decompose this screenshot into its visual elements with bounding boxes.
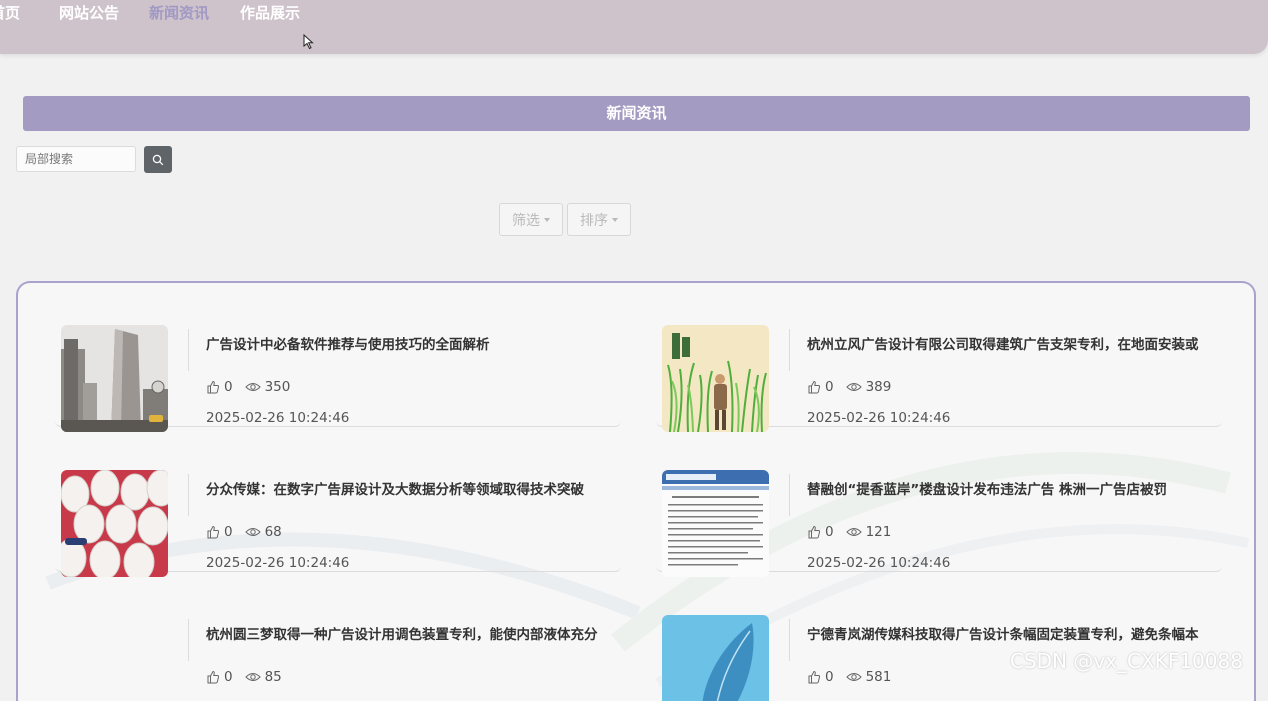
news-stats: 0 350	[206, 379, 290, 395]
news-stats: 0 121	[807, 524, 891, 540]
search-input[interactable]	[16, 146, 136, 172]
news-stats: 0 68	[206, 524, 282, 540]
news-title[interactable]: 广告设计中必备软件推荐与使用技巧的全面解析	[206, 333, 616, 353]
eye-icon	[845, 673, 862, 681]
divider	[188, 474, 189, 516]
view-count: 350	[264, 379, 291, 395]
like-count: 0	[825, 379, 834, 395]
news-card[interactable]: 分众传媒：在数字广告屏设计及大数据分析等领域取得技术突破 0 68 2025-0…	[55, 428, 621, 577]
eye-icon	[244, 673, 261, 681]
filter-dropdown[interactable]: 筛选	[499, 203, 563, 236]
thumbs-up-icon[interactable]	[807, 670, 821, 684]
sort-dropdown[interactable]: 排序	[567, 203, 631, 236]
news-title[interactable]: 杭州圆三梦取得一种广告设计用调色装置专利，能使内部液体充分	[206, 623, 616, 643]
mouse-cursor-icon	[303, 34, 314, 50]
divider	[188, 329, 189, 371]
news-thumbnail	[61, 470, 168, 577]
news-thumbnail	[662, 470, 769, 577]
news-title[interactable]: 杭州立风广告设计有限公司取得建筑广告支架专利，在地面安装或	[807, 333, 1217, 353]
thumbs-up-icon[interactable]	[206, 525, 220, 539]
like-count: 0	[825, 524, 834, 540]
thumbs-up-icon[interactable]	[206, 670, 220, 684]
nav-item-news[interactable]: 新闻资讯	[149, 2, 209, 23]
view-count: 121	[865, 524, 892, 540]
news-thumbnail	[662, 615, 769, 701]
nav-item-home[interactable]: 首页	[0, 2, 20, 23]
view-count: 68	[264, 524, 282, 540]
news-card[interactable]: 广告设计中必备软件推荐与使用技巧的全面解析 0 350 2025-02-26 1…	[55, 283, 621, 432]
search-icon	[152, 154, 164, 165]
eye-icon	[244, 383, 261, 391]
news-title[interactable]: 宁德青岚湖传媒科技取得广告设计条幅固定装置专利，避免条幅本	[807, 623, 1217, 643]
divider	[789, 474, 790, 516]
news-card[interactable]: 杭州圆三梦取得一种广告设计用调色装置专利，能使内部液体充分 0 85	[55, 573, 621, 701]
like-count: 0	[224, 524, 233, 540]
divider	[789, 619, 790, 661]
sort-label: 排序	[580, 212, 608, 229]
news-card[interactable]: 替融创“提香蓝岸”楼盘设计发布违法广告 株洲一广告店被罚 0 121 2025-…	[656, 428, 1222, 577]
news-title[interactable]: 替融创“提香蓝岸”楼盘设计发布违法广告 株洲一广告店被罚	[807, 478, 1217, 498]
news-title[interactable]: 分众传媒：在数字广告屏设计及大数据分析等领域取得技术突破	[206, 478, 616, 498]
eye-icon	[845, 383, 862, 391]
news-thumbnail	[662, 325, 769, 432]
filter-label: 筛选	[512, 212, 540, 229]
news-date: 2025-02-26 10:24:46	[807, 555, 951, 571]
top-nav: 首页 网站公告 新闻资讯 作品展示	[0, 0, 1268, 54]
caret-down-icon	[612, 217, 618, 222]
news-card[interactable]: 杭州立风广告设计有限公司取得建筑广告支架专利，在地面安装或 0 389 2025…	[656, 283, 1222, 432]
news-date: 2025-02-26 10:24:46	[206, 555, 350, 571]
news-list-panel: 广告设计中必备软件推荐与使用技巧的全面解析 0 350 2025-02-26 1…	[16, 281, 1256, 701]
thumbs-up-icon[interactable]	[807, 525, 821, 539]
news-card[interactable]: 宁德青岚湖传媒科技取得广告设计条幅固定装置专利，避免条幅本 0 581	[656, 573, 1222, 701]
nav-item-works[interactable]: 作品展示	[240, 2, 300, 23]
thumbs-up-icon[interactable]	[807, 380, 821, 394]
thumbs-up-icon[interactable]	[206, 380, 220, 394]
nav-item-announcements[interactable]: 网站公告	[59, 2, 119, 23]
divider	[789, 329, 790, 371]
eye-icon	[244, 528, 261, 536]
search-button[interactable]	[144, 146, 172, 173]
caret-down-icon	[544, 217, 550, 222]
divider	[188, 619, 189, 661]
news-thumbnail	[61, 325, 168, 432]
like-count: 0	[224, 379, 233, 395]
eye-icon	[845, 528, 862, 536]
news-date: 2025-02-26 10:24:46	[206, 410, 350, 426]
watermark-text: CSDN @vx_CXKF10088	[1010, 649, 1243, 673]
view-count: 389	[865, 379, 892, 395]
section-title-bar: 新闻资讯	[23, 96, 1250, 131]
news-stats: 0 389	[807, 379, 891, 395]
news-date: 2025-02-26 10:24:46	[807, 410, 951, 426]
